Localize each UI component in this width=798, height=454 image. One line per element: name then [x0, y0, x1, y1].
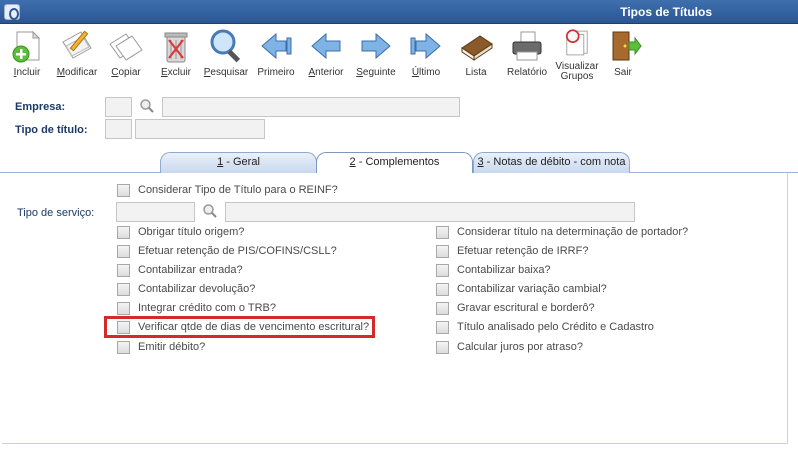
obrigar-titulo-origem-checkbox[interactable]: Obrigar título origem?	[117, 225, 244, 239]
gravar-escritural-bordero-checkbox[interactable]: Gravar escritural e borderô?	[436, 301, 595, 315]
seguinte-button[interactable]: Seguinte	[349, 26, 403, 84]
emitir-debito-checkbox[interactable]: Emitir débito?	[117, 340, 205, 354]
last-arrow-icon	[410, 32, 441, 60]
empresa-search-icon[interactable]	[139, 98, 155, 114]
previous-arrow-icon	[311, 32, 341, 60]
printer-icon	[512, 31, 542, 61]
tab-geral[interactable]: 1 - Geral	[160, 152, 317, 173]
tipo-titulo-name-field[interactable]	[135, 119, 265, 139]
view-groups-icon	[565, 29, 588, 56]
tipo-servico-label: Tipo de serviço:	[17, 207, 95, 219]
relatorio-button[interactable]: Relatório	[500, 26, 554, 84]
first-arrow-icon	[261, 32, 292, 60]
contabilizar-entrada-checkbox[interactable]: Contabilizar entrada?	[117, 263, 243, 277]
copiar-button[interactable]: Copiar	[99, 26, 153, 84]
add-document-icon	[12, 30, 41, 63]
variacao-cambial-checkbox[interactable]: Contabilizar variação cambial?	[436, 282, 607, 296]
pesquisar-button[interactable]: Pesquisar	[199, 26, 253, 84]
checkbox-box[interactable]	[117, 183, 130, 197]
title-bar: Tipos de Títulos	[0, 0, 798, 24]
empresa-code-field[interactable]	[105, 97, 132, 117]
tipo-servico-search-icon[interactable]	[202, 203, 218, 219]
next-arrow-icon	[361, 32, 391, 60]
reinf-checkbox[interactable]: Considerar Tipo de Título para o REINF?	[117, 183, 338, 197]
toolbar: Incluir Modificar Copiar Excluir Pesquis…	[0, 24, 798, 86]
sair-button[interactable]: Sair	[596, 26, 650, 84]
contabilizar-baixa-checkbox[interactable]: Contabilizar baixa?	[436, 263, 551, 277]
highlight-box	[104, 316, 375, 338]
incluir-button[interactable]: Incluir	[0, 26, 54, 84]
empresa-name-field[interactable]	[162, 97, 460, 117]
book-icon	[461, 35, 493, 61]
magnifier-icon	[210, 29, 241, 63]
app-logo-icon	[4, 4, 20, 20]
modificar-button[interactable]: Modificar	[50, 26, 104, 84]
excluir-button[interactable]: Excluir	[149, 26, 203, 84]
exit-door-icon	[612, 31, 642, 61]
tab-notas-debito[interactable]: 3 - Notas de débito - com nota	[473, 152, 630, 173]
edit-document-icon	[62, 30, 92, 59]
window-title: Tipos de Títulos	[620, 5, 712, 19]
tipo-servico-name-field[interactable]	[225, 202, 635, 222]
retencao-irrf-checkbox[interactable]: Efetuar retenção de IRRF?	[436, 244, 588, 258]
trash-icon	[164, 32, 188, 63]
calcular-juros-atraso-checkbox[interactable]: Calcular juros por atraso?	[436, 340, 583, 354]
tipo-titulo-label: Tipo de título:	[15, 124, 88, 136]
tipo-titulo-code-field[interactable]	[105, 119, 132, 139]
primeiro-button[interactable]: Primeiro	[249, 26, 303, 84]
contabilizar-devolucao-checkbox[interactable]: Contabilizar devolução?	[117, 282, 255, 296]
ultimo-button[interactable]: Último	[399, 26, 453, 84]
integrar-credito-trb-checkbox[interactable]: Integrar crédito com o TRB?	[117, 301, 276, 315]
tipo-servico-code-field[interactable]	[116, 202, 195, 222]
empresa-label: Empresa:	[15, 101, 66, 113]
analisado-credito-cadastro-checkbox[interactable]: Título analisado pelo Crédito e Cadastro	[436, 320, 654, 334]
retencao-pis-cofins-csll-checkbox[interactable]: Efetuar retenção de PIS/COFINS/CSLL?	[117, 244, 337, 258]
lista-button[interactable]: Lista	[449, 26, 503, 84]
anterior-button[interactable]: Anterior	[299, 26, 353, 84]
determinacao-portador-checkbox[interactable]: Considerar título na determinação de por…	[436, 225, 688, 239]
copy-document-icon	[109, 33, 143, 61]
tab-complementos[interactable]: 2 - Complementos	[316, 152, 473, 174]
